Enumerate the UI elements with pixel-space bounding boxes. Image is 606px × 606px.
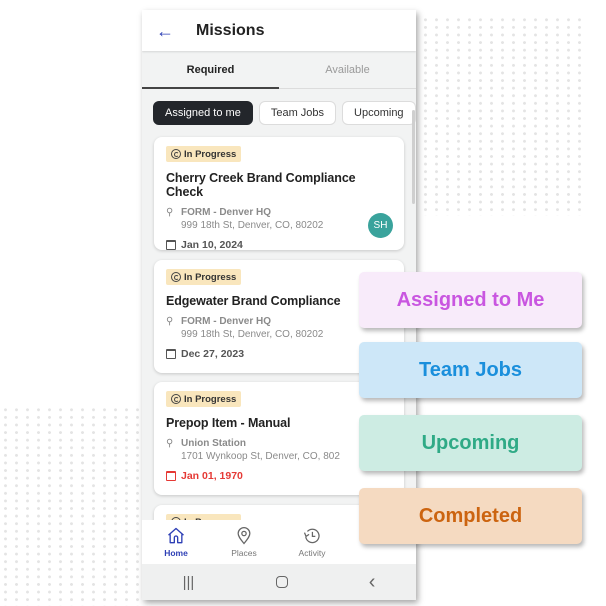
tab-required[interactable]: Required xyxy=(142,51,279,89)
in-progress-icon xyxy=(171,149,181,159)
date-text: Jan 01, 1970 xyxy=(181,470,243,482)
status-text: In Progress xyxy=(184,271,237,283)
calendar-icon xyxy=(166,240,176,250)
filter-assigned-to-me[interactable]: Assigned to me xyxy=(153,101,253,125)
location-name: FORM - Denver HQ xyxy=(181,316,272,327)
status-text: In Progress xyxy=(184,393,237,405)
status-badge: In Progress xyxy=(166,391,242,407)
back-arrow-icon[interactable]: ← xyxy=(156,22,174,40)
callout-team-jobs: Team Jobs xyxy=(359,342,582,398)
filter-chips: Assigned to me Team Jobs Upcoming xyxy=(153,101,416,125)
status-text: In Progress xyxy=(184,148,237,160)
location-address: 999 18th St, Denver, CO, 80202 xyxy=(181,328,324,340)
nav-places[interactable]: Places xyxy=(210,520,278,564)
map-pin-icon: ⚲ xyxy=(166,207,174,218)
system-back-button[interactable]: ‹ xyxy=(369,571,376,594)
mission-tabs: Required Available xyxy=(142,51,416,89)
in-progress-icon xyxy=(171,394,181,404)
location-name: FORM - Denver HQ xyxy=(181,207,272,218)
calendar-icon xyxy=(166,349,176,359)
location-name: Union Station xyxy=(181,438,246,449)
filter-team-jobs[interactable]: Team Jobs xyxy=(258,101,337,125)
callout-assigned-to-me: Assigned to Me xyxy=(359,272,582,328)
mission-location: ⚲ FORM - Denver HQ 999 18th St, Denver, … xyxy=(166,207,392,232)
mission-card[interactable]: In Progress Cherry Creek Brand Complianc… xyxy=(154,137,404,251)
callout-completed: Completed xyxy=(359,488,582,544)
mission-date: Jan 10, 2024 xyxy=(166,239,392,251)
callout-upcoming: Upcoming xyxy=(359,415,582,471)
nav-activity[interactable]: Activity xyxy=(278,520,346,564)
location-address: 999 18th St, Denver, CO, 80202 xyxy=(181,219,324,231)
nav-label: Places xyxy=(231,548,257,558)
nav-label: Home xyxy=(164,548,188,558)
assignee-avatar[interactable]: SH xyxy=(368,213,393,238)
map-pin-icon: ⚲ xyxy=(166,316,174,327)
nav-label: Activity xyxy=(298,548,326,558)
system-navigation-bar: ||| ‹ xyxy=(142,564,416,600)
mission-date-overdue: Jan 01, 1970 xyxy=(166,470,392,482)
scrollbar[interactable] xyxy=(412,110,415,204)
history-icon xyxy=(303,528,320,544)
map-pin-icon: ⚲ xyxy=(166,438,174,449)
tab-available[interactable]: Available xyxy=(279,51,416,88)
date-text: Dec 27, 2023 xyxy=(181,348,245,360)
nav-home[interactable]: Home xyxy=(142,520,210,564)
calendar-icon xyxy=(166,471,176,481)
date-text: Jan 10, 2024 xyxy=(181,239,243,251)
status-badge: In Progress xyxy=(166,269,242,285)
location-address: 1701 Wynkoop St, Denver, CO, 802 xyxy=(181,450,340,462)
in-progress-icon xyxy=(171,272,181,282)
app-bar: ← Missions xyxy=(142,10,416,51)
mission-title: Cherry Creek Brand Compliance Check xyxy=(166,171,356,199)
dot-pattern-decoration xyxy=(0,406,146,606)
filter-upcoming[interactable]: Upcoming xyxy=(342,101,416,125)
page-title: Missions xyxy=(196,21,265,39)
status-badge: In Progress xyxy=(166,146,242,162)
home-button[interactable] xyxy=(275,576,288,588)
recents-button[interactable]: ||| xyxy=(183,574,195,591)
home-icon xyxy=(168,527,184,544)
map-pin-icon xyxy=(237,527,251,545)
dot-pattern-decoration xyxy=(420,16,586,216)
